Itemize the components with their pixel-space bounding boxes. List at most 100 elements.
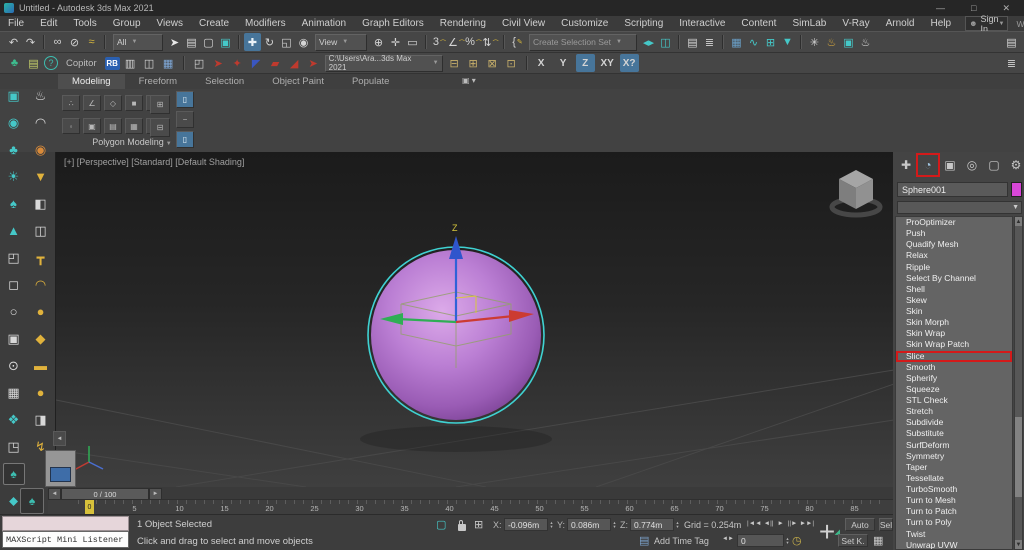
modifier-item[interactable]: SurfDeform: [896, 440, 1012, 451]
ribbon-minimize-icon[interactable]: ▣ ▾: [462, 76, 476, 85]
modifier-item[interactable]: TurboSmooth: [896, 484, 1012, 495]
sign-in-button[interactable]: ☻ Sign In ▼: [965, 16, 1008, 31]
plugin-icon-4[interactable]: ▰: [267, 54, 284, 72]
perspective-viewport[interactable]: [+] [Perspective] [Standard] [Default Sh…: [55, 152, 893, 487]
modifier-item[interactable]: ProOptimizer: [896, 217, 1012, 228]
menu-item[interactable]: Scripting: [616, 16, 671, 31]
modifier-item[interactable]: Substitute: [896, 428, 1012, 439]
selected-set-button[interactable]: Sel: [879, 518, 893, 531]
image-plane-icon[interactable]: ◰: [7, 249, 19, 267]
menu-item[interactable]: Edit: [32, 16, 65, 31]
playback-button[interactable]: ||►: [788, 517, 798, 530]
plugin-icon-2[interactable]: ✦: [229, 54, 246, 72]
pin-stack-button[interactable]: ▯: [176, 91, 194, 108]
sidebar-collapse-button[interactable]: ◄: [53, 431, 66, 446]
modifier-item[interactable]: Tessellate: [896, 473, 1012, 484]
render-flyout-icon[interactable]: ✳: [806, 33, 823, 51]
video-camera-icon[interactable]: ◉: [8, 114, 19, 132]
menu-item[interactable]: Views: [149, 16, 192, 31]
modifier-item[interactable]: Unwrap UVW: [896, 540, 1012, 550]
named-selection-set-select[interactable]: Create Selection Set ▼: [529, 34, 637, 51]
toggle-layer-explorer-icon[interactable]: ≣: [701, 33, 718, 51]
bind-to-spacewarp-icon[interactable]: ≈: [83, 33, 100, 51]
polygon-mode-button[interactable]: ■: [125, 95, 143, 111]
menu-item[interactable]: SimLab: [784, 16, 834, 31]
add-time-tag-button[interactable]: Add Time Tag: [654, 536, 709, 546]
cube-tool-icon[interactable]: ◨: [34, 411, 46, 429]
modifier-item[interactable]: Twist: [896, 529, 1012, 540]
scrollbar-thumb[interactable]: [1015, 417, 1022, 497]
reference-coordinate-select[interactable]: View ▼: [315, 34, 367, 51]
menu-item[interactable]: Tools: [65, 16, 104, 31]
percent-snap-icon[interactable]: %: [465, 33, 482, 51]
undo-icon[interactable]: ↶: [5, 33, 22, 51]
modifier-list-dropdown[interactable]: ▼: [897, 201, 1022, 214]
absolute-mode-icon[interactable]: ⊞: [474, 518, 483, 531]
toggle-scene-explorer-icon[interactable]: ▤: [684, 33, 701, 51]
edit-named-selection-sets-icon[interactable]: {: [509, 33, 526, 51]
material-editor-icon[interactable]: ▼: [779, 33, 796, 51]
help-icon[interactable]: ?: [44, 56, 58, 70]
ribbon-tab-modeling[interactable]: Modeling: [58, 74, 125, 89]
select-and-scale-icon[interactable]: ◱: [278, 33, 295, 51]
ribbon-tab-selection[interactable]: Selection: [191, 74, 258, 89]
utilities-tab-icon[interactable]: ⚙: [1007, 156, 1024, 174]
z-spinner[interactable]: [674, 518, 681, 531]
area-light-icon[interactable]: ▬: [34, 357, 47, 375]
modifier-item[interactable]: Turn to Patch: [896, 506, 1012, 517]
railclone-icon[interactable]: RB: [105, 57, 120, 70]
pumpkin-icon[interactable]: ◉: [35, 141, 46, 159]
modifier-item[interactable]: Subdivide: [896, 417, 1012, 428]
scene-camera-icon[interactable]: ▣: [7, 87, 19, 105]
time-spinner[interactable]: [784, 534, 791, 547]
align-icon[interactable]: ◫: [657, 33, 674, 51]
droplet-icon[interactable]: ⬥: [9, 492, 18, 510]
modify-mode-button[interactable]: ⊞: [150, 95, 170, 114]
modifier-item[interactable]: Skin Morph: [896, 317, 1012, 328]
menu-item[interactable]: Civil View: [494, 16, 553, 31]
playback-button[interactable]: |◄◄: [747, 517, 762, 530]
disc-light-icon[interactable]: ●: [37, 384, 45, 402]
tree-icon[interactable]: ▲: [7, 222, 20, 240]
poly-tool-button-1[interactable]: ◦: [62, 118, 80, 134]
project-path-select[interactable]: C:\Users\Ara...3ds Max 2021 ▼: [325, 55, 443, 72]
tree-card-icon[interactable]: ◻: [8, 276, 19, 294]
current-frame-marker[interactable]: 0: [85, 500, 94, 514]
modifier-item[interactable]: Shell: [896, 284, 1012, 295]
scroll-down-icon[interactable]: ▼: [1015, 540, 1022, 549]
scroll-up-icon[interactable]: ▲: [1015, 217, 1022, 226]
key-mode-clock-icon[interactable]: ◷: [792, 534, 802, 547]
maxscript-output-field[interactable]: [2, 516, 129, 531]
mirror-icon[interactable]: ◂▸: [640, 33, 657, 51]
menu-item[interactable]: Customize: [553, 16, 616, 31]
set-key-button[interactable]: Set K.: [838, 534, 868, 547]
close-button[interactable]: ✕: [1002, 3, 1010, 14]
x-coord-field[interactable]: -0.096m: [504, 518, 548, 531]
polygon-modeling-label[interactable]: Polygon Modeling▼: [62, 137, 202, 147]
display-tab-icon[interactable]: ▢: [985, 156, 1003, 174]
menu-item[interactable]: File: [0, 16, 32, 31]
menu-item[interactable]: Graph Editors: [354, 16, 432, 31]
forest-pack-icon[interactable]: ♣: [6, 54, 23, 72]
ribbon-tab-populate[interactable]: Populate: [338, 74, 404, 89]
create-tab-icon[interactable]: ✚: [897, 156, 915, 174]
frame-step-icons[interactable]: ◄►: [722, 536, 734, 542]
script-folder-icon-3[interactable]: ⊠: [484, 54, 501, 72]
menu-item[interactable]: Content: [733, 16, 784, 31]
viewport-layout-tab[interactable]: [45, 450, 76, 487]
modify-tab-icon[interactable]: ◔: [919, 156, 937, 174]
photo-stack-icon[interactable]: ▣: [7, 330, 19, 348]
tweak-mode-button[interactable]: ⊟: [150, 118, 170, 137]
select-and-rotate-icon[interactable]: ↻: [261, 33, 278, 51]
rendered-frame-window-icon[interactable]: ▣: [840, 33, 857, 51]
film-strip-icon[interactable]: ▥: [122, 54, 139, 72]
vertex-mode-button[interactable]: ∴: [62, 95, 80, 111]
modifier-item[interactable]: Skin: [896, 306, 1012, 317]
auto-key-button[interactable]: Auto: [845, 518, 875, 531]
film-camera-icon[interactable]: ◫: [34, 222, 46, 240]
spinner-snap-icon[interactable]: ⇅: [482, 33, 499, 51]
poly-tool-button-3[interactable]: ▤: [104, 118, 122, 134]
curve-editor-icon[interactable]: ∿: [745, 33, 762, 51]
isolate-selection-icon[interactable]: ▢: [436, 518, 446, 531]
modifier-item[interactable]: STL Check: [896, 395, 1012, 406]
